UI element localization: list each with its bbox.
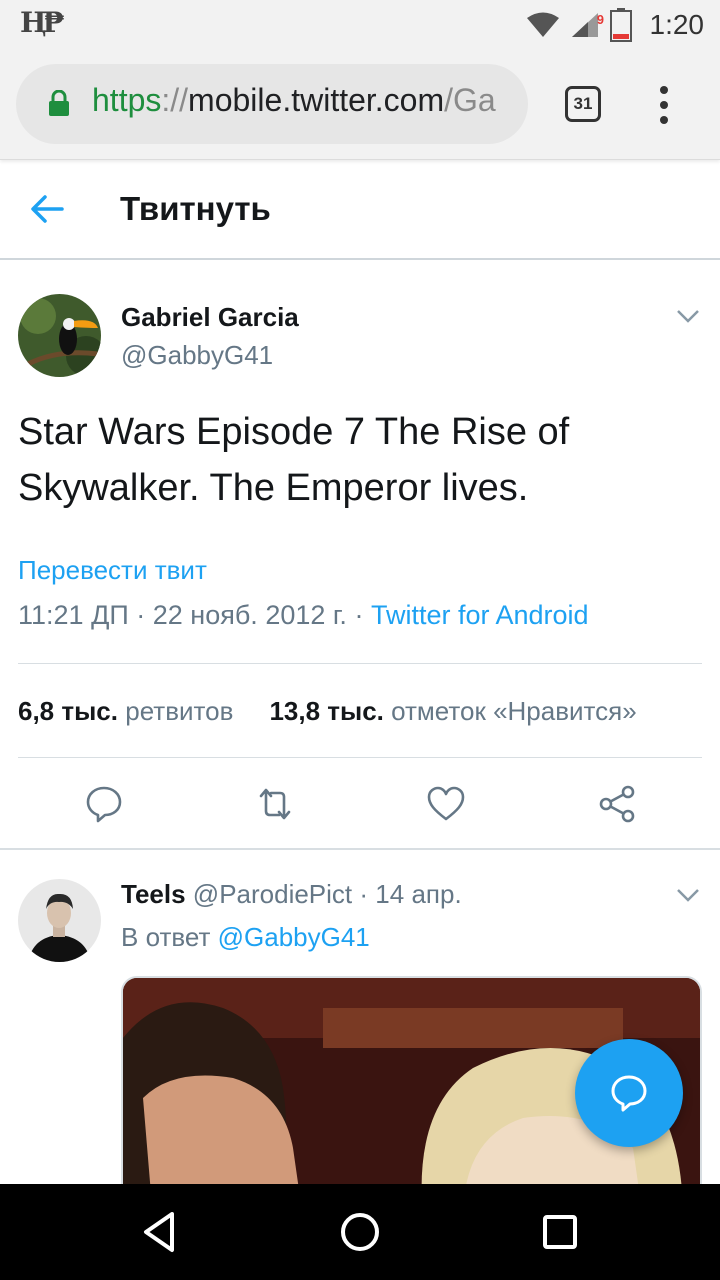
- divider: [18, 757, 702, 758]
- in-reply-to: В ответ @GabbyG41: [121, 922, 370, 953]
- meta-separator: ·: [128, 600, 153, 630]
- tab-switcher-button[interactable]: 31: [565, 86, 601, 122]
- nav-home-icon[interactable]: [332, 1204, 388, 1260]
- nav-recents-icon[interactable]: [532, 1204, 588, 1260]
- url-scheme: https: [92, 82, 162, 118]
- url-separator: ://: [161, 82, 189, 118]
- section-separator: [0, 848, 720, 850]
- url-host: mobile.twitter.com: [188, 82, 445, 118]
- tweet-text: Star Wars Episode 7 The Rise of Skywalke…: [18, 411, 570, 509]
- back-arrow-icon[interactable]: [30, 194, 64, 224]
- retweet-icon[interactable]: [255, 784, 295, 824]
- author-avatar[interactable]: [18, 294, 101, 377]
- signal-icon: [571, 13, 598, 37]
- system-navigation-bar: [0, 1184, 720, 1280]
- reply-icon[interactable]: [84, 784, 124, 824]
- wifi-icon: [526, 12, 559, 37]
- url-text[interactable]: https://mobile.twitter.com/Ga: [92, 82, 496, 119]
- author-handle[interactable]: @GabbyG41: [121, 340, 273, 371]
- retweets-label: ретвитов: [125, 696, 234, 726]
- battery-level: 9: [596, 12, 604, 27]
- tab-count: 31: [573, 94, 593, 113]
- share-icon[interactable]: [597, 784, 637, 824]
- chevron-down-icon[interactable]: [676, 308, 700, 324]
- likes-count: 13,8 тыс.: [269, 696, 384, 726]
- reply-author-handle[interactable]: @ParodiePict: [193, 879, 352, 909]
- page-title: Твитнуть: [120, 190, 271, 227]
- retweets-stat[interactable]: 6,8 тыс. ретвитов: [18, 696, 233, 726]
- lock-icon: [49, 90, 69, 116]
- page-header: Твитнуть: [0, 160, 720, 260]
- url-path: /Ga: [444, 82, 496, 118]
- reply-header: Teels @ParodiePict · 14 апр.: [121, 879, 462, 910]
- reply-author-avatar[interactable]: [18, 879, 101, 962]
- divider: [18, 663, 702, 664]
- nav-back-icon[interactable]: [132, 1204, 188, 1260]
- reply-date[interactable]: 14 апр.: [375, 879, 461, 909]
- reply-dot: ·: [359, 879, 369, 909]
- tweet-date: 22 нояб. 2012 г.: [152, 600, 347, 630]
- tweet-meta: 11:21 ДП · 22 нояб. 2012 г. · Twitter fo…: [18, 600, 589, 631]
- meta-separator: ·: [346, 600, 371, 630]
- compose-tweet-button[interactable]: [575, 1039, 683, 1147]
- battery-icon: [609, 8, 632, 42]
- author-name[interactable]: Gabriel Garcia: [121, 302, 299, 333]
- translate-tweet-link[interactable]: Перевести твит: [18, 555, 207, 586]
- retweets-count: 6,8 тыс.: [18, 696, 118, 726]
- browser-toolbar: https://mobile.twitter.com/Ga 31: [0, 50, 720, 160]
- tweet-source-link[interactable]: Twitter for Android: [371, 600, 589, 630]
- status-time: 1:20: [649, 9, 705, 40]
- tweet-stats: 6,8 тыс. ретвитов 13,8 тыс. отметок «Нрав…: [18, 696, 637, 727]
- chevron-down-icon[interactable]: [676, 887, 700, 903]
- like-heart-icon[interactable]: [426, 784, 466, 824]
- url-bar[interactable]: https://mobile.twitter.com/Ga: [16, 64, 528, 144]
- status-icons: 9 1:20: [526, 0, 705, 50]
- tweet-time: 11:21 ДП: [18, 600, 129, 630]
- in-reply-prefix: В ответ: [121, 922, 211, 952]
- reply-author-name[interactable]: Teels: [121, 879, 186, 909]
- likes-label: отметок «Нравится»: [391, 696, 637, 726]
- status-bar: Ⱨ₱ 9 1:20: [0, 0, 720, 50]
- compose-bubble-icon: [611, 1075, 647, 1112]
- in-reply-handle-link[interactable]: @GabbyG41: [218, 922, 370, 952]
- likes-stat[interactable]: 13,8 тыс. отметок «Нравится»: [269, 696, 636, 726]
- hp-logo-icon: Ⱨ₱: [20, 6, 65, 39]
- overflow-menu-icon[interactable]: [654, 86, 674, 126]
